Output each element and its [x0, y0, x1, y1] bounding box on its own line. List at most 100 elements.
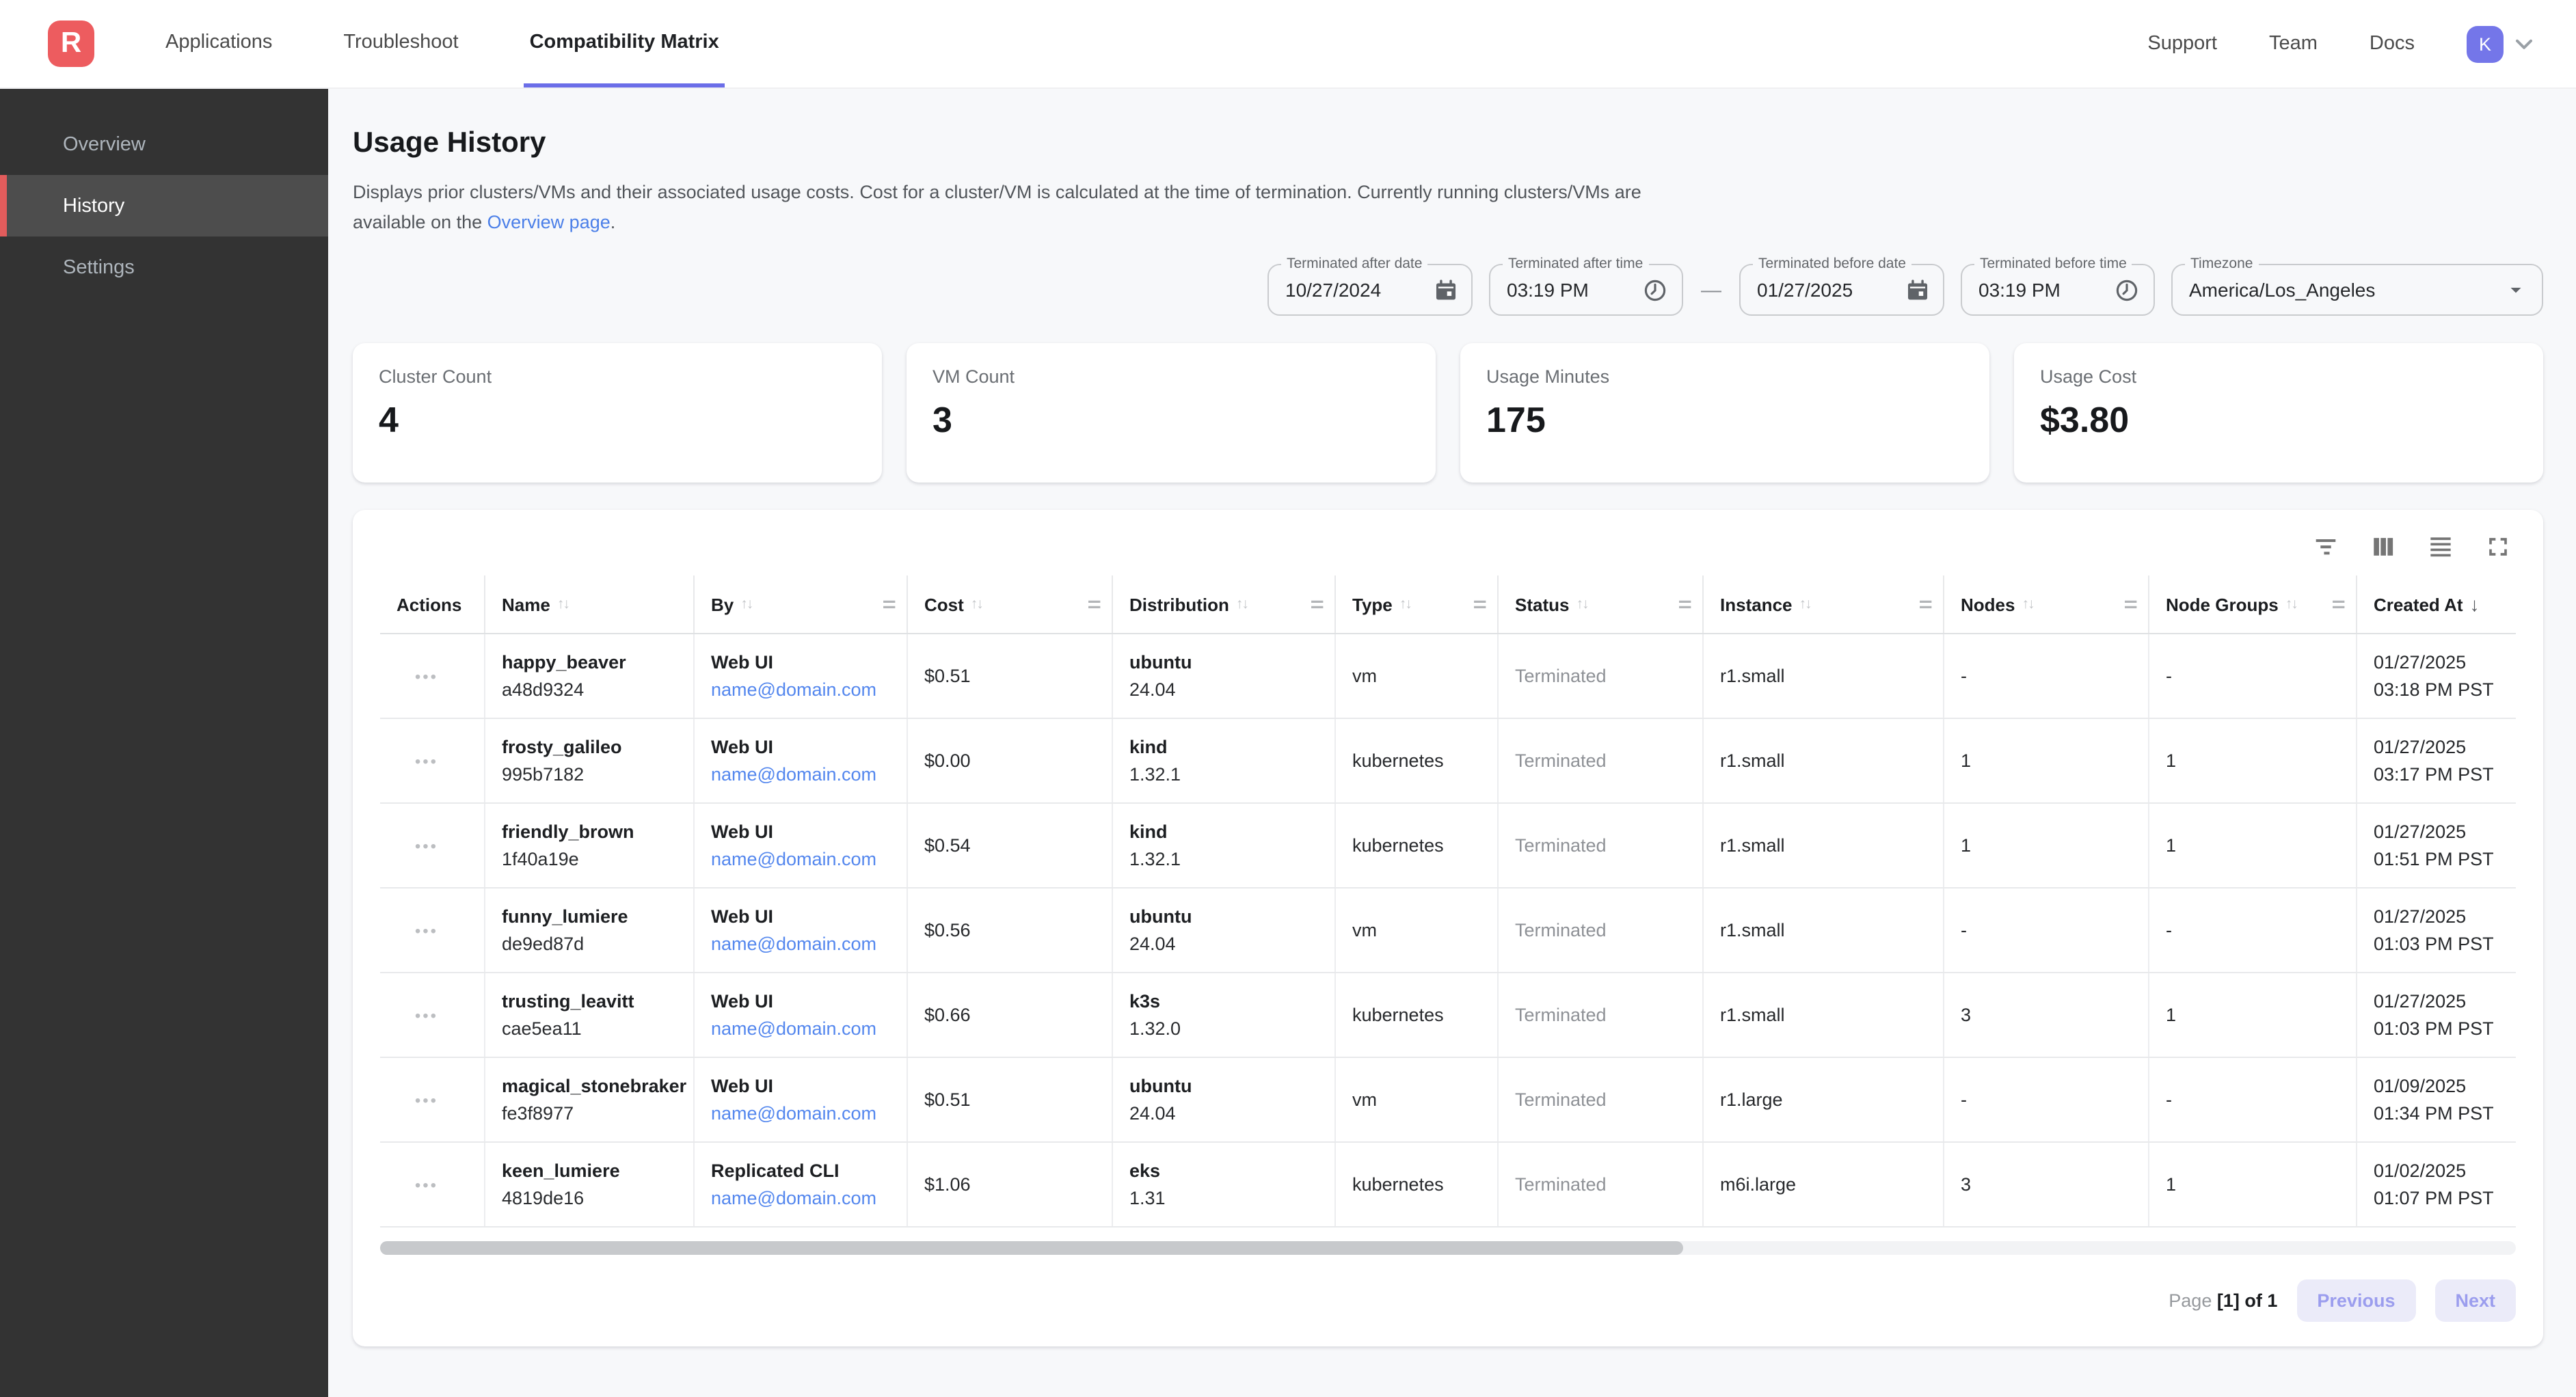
- horizontal-scrollbar-thumb[interactable]: [380, 1241, 1683, 1255]
- timezone-select[interactable]: Timezone America/Los_Angeles: [2171, 264, 2543, 316]
- row-actions-button[interactable]: •••: [415, 666, 438, 686]
- previous-button[interactable]: Previous: [2296, 1279, 2415, 1322]
- column-menu-icon[interactable]: =: [1678, 593, 1692, 616]
- column-header-node-groups[interactable]: Node Groups ↑↓ =: [2148, 575, 2356, 633]
- next-button[interactable]: Next: [2434, 1279, 2516, 1322]
- email-link[interactable]: name@domain.com: [711, 1188, 896, 1208]
- density-icon[interactable]: [2426, 532, 2456, 562]
- terminated-before-time-field[interactable]: Terminated before time 03:19 PM: [1961, 264, 2155, 316]
- sort-icon[interactable]: ↑↓: [971, 596, 982, 612]
- terminated-after-time-field[interactable]: Terminated after time 03:19 PM: [1489, 264, 1683, 316]
- column-header-cost[interactable]: Cost ↑↓ =: [907, 575, 1112, 633]
- column-menu-icon[interactable]: =: [1473, 593, 1487, 616]
- sort-desc-icon[interactable]: ↓: [2470, 593, 2480, 615]
- instance-value: m6i.large: [1720, 1174, 1932, 1195]
- row-actions-button[interactable]: •••: [415, 1175, 438, 1194]
- row-actions-button[interactable]: •••: [415, 921, 438, 940]
- created-time: 01:03 PM PST: [2374, 934, 2505, 954]
- column-header-name[interactable]: Name ↑↓: [484, 575, 693, 633]
- column-menu-icon[interactable]: =: [1088, 593, 1101, 616]
- column-menu-icon[interactable]: =: [1919, 593, 1933, 616]
- column-menu-icon[interactable]: =: [2124, 593, 2138, 616]
- fullscreen-icon[interactable]: [2483, 532, 2513, 562]
- sort-icon[interactable]: ↑↓: [740, 596, 752, 612]
- column-header-nodes[interactable]: Nodes ↑↓ =: [1943, 575, 2148, 633]
- timezone-value[interactable]: America/Los_Angeles: [2189, 279, 2504, 301]
- node-groups-value: 1: [2166, 1174, 2345, 1195]
- filter-icon[interactable]: [2311, 532, 2341, 562]
- column-menu-icon[interactable]: =: [1311, 593, 1324, 616]
- email-link[interactable]: name@domain.com: [711, 1103, 896, 1124]
- terminated-before-date-field[interactable]: Terminated before date 01/27/2025: [1739, 264, 1944, 316]
- calendar-icon[interactable]: [1906, 278, 1929, 301]
- terminated-after-date-field[interactable]: Terminated after date 10/27/2024: [1267, 264, 1473, 316]
- column-header-distribution[interactable]: Distribution ↑↓ =: [1112, 575, 1334, 633]
- instance-value: r1.small: [1720, 750, 1932, 771]
- column-header-type[interactable]: Type ↑↓ =: [1334, 575, 1497, 633]
- terminated-after-date-value[interactable]: 10/27/2024: [1285, 279, 1434, 301]
- horizontal-scrollbar-track[interactable]: [380, 1241, 2516, 1255]
- row-actions-button[interactable]: •••: [415, 1005, 438, 1025]
- created-at-cell: 01/27/2025 03:17 PM PST: [2356, 719, 2516, 802]
- created-date: 01/27/2025: [2374, 822, 2505, 842]
- name-cell: happy_beaver a48d9324: [484, 634, 693, 718]
- type-value: vm: [1352, 1089, 1486, 1110]
- nav-docs[interactable]: Docs: [2370, 33, 2415, 55]
- distribution-version: 24.04: [1129, 679, 1324, 700]
- sort-icon[interactable]: ↑↓: [1799, 596, 1811, 612]
- columns-icon[interactable]: [2368, 532, 2398, 562]
- nav-compatibility-matrix[interactable]: Compatibility Matrix: [524, 0, 725, 87]
- select-arrow-icon: [2504, 277, 2528, 302]
- node-groups-cell: 1: [2148, 973, 2356, 1057]
- email-link[interactable]: name@domain.com: [711, 934, 896, 954]
- nav-troubleshoot[interactable]: Troubleshoot: [338, 0, 464, 87]
- column-header-status[interactable]: Status ↑↓ =: [1497, 575, 1702, 633]
- created-at-cell: 01/27/2025 01:03 PM PST: [2356, 973, 2516, 1057]
- email-link[interactable]: name@domain.com: [711, 764, 896, 785]
- node-groups-value: 1: [2166, 835, 2345, 856]
- row-actions-button[interactable]: •••: [415, 751, 438, 770]
- column-header-instance[interactable]: Instance ↑↓ =: [1702, 575, 1943, 633]
- name-cell: keen_lumiere 4819de16: [484, 1143, 693, 1226]
- created-by-source: Replicated CLI: [711, 1161, 896, 1181]
- account-menu[interactable]: K: [2467, 25, 2538, 62]
- overview-page-link[interactable]: Overview page: [487, 211, 611, 232]
- row-actions-button[interactable]: •••: [415, 836, 438, 855]
- email-link[interactable]: name@domain.com: [711, 849, 896, 869]
- column-menu-icon[interactable]: =: [883, 593, 896, 616]
- sidebar-item-history[interactable]: History: [0, 175, 328, 236]
- sort-icon[interactable]: ↑↓: [1399, 596, 1411, 612]
- column-menu-icon[interactable]: =: [2332, 593, 2346, 616]
- column-header-by[interactable]: By ↑↓ =: [693, 575, 907, 633]
- column-label: Name: [502, 594, 550, 614]
- email-link[interactable]: name@domain.com: [711, 1018, 896, 1039]
- type-value: kubernetes: [1352, 1174, 1486, 1195]
- row-actions-button[interactable]: •••: [415, 1090, 438, 1109]
- column-label: Actions: [397, 594, 461, 614]
- type-value: kubernetes: [1352, 835, 1486, 856]
- sort-icon[interactable]: ↑↓: [557, 596, 569, 612]
- name-cell: frosty_galileo 995b7182: [484, 719, 693, 802]
- cluster-id: cae5ea11: [502, 1018, 682, 1039]
- terminated-before-date-value[interactable]: 01/27/2025: [1757, 279, 1906, 301]
- column-header-created-at[interactable]: Created At ↓: [2356, 575, 2516, 633]
- sort-icon[interactable]: ↑↓: [2022, 596, 2033, 612]
- sort-icon[interactable]: ↑↓: [2285, 596, 2297, 612]
- clock-icon[interactable]: [1642, 277, 1668, 303]
- replicated-logo[interactable]: R: [48, 21, 94, 67]
- nodes-cell: -: [1943, 634, 2148, 718]
- sort-icon[interactable]: ↑↓: [1576, 596, 1587, 612]
- stat-card: VM Count 3: [907, 343, 1436, 483]
- nav-team[interactable]: Team: [2269, 33, 2318, 55]
- avatar[interactable]: K: [2467, 25, 2504, 62]
- terminated-before-time-value[interactable]: 03:19 PM: [1978, 279, 2114, 301]
- sidebar-item-settings[interactable]: Settings: [0, 236, 328, 298]
- terminated-after-time-value[interactable]: 03:19 PM: [1507, 279, 1642, 301]
- clock-icon[interactable]: [2114, 277, 2140, 303]
- nav-support[interactable]: Support: [2147, 33, 2217, 55]
- email-link[interactable]: name@domain.com: [711, 679, 896, 700]
- calendar-icon[interactable]: [1434, 278, 1458, 301]
- sort-icon[interactable]: ↑↓: [1236, 596, 1248, 612]
- nav-applications[interactable]: Applications: [160, 0, 278, 87]
- sidebar-item-overview[interactable]: Overview: [0, 113, 328, 175]
